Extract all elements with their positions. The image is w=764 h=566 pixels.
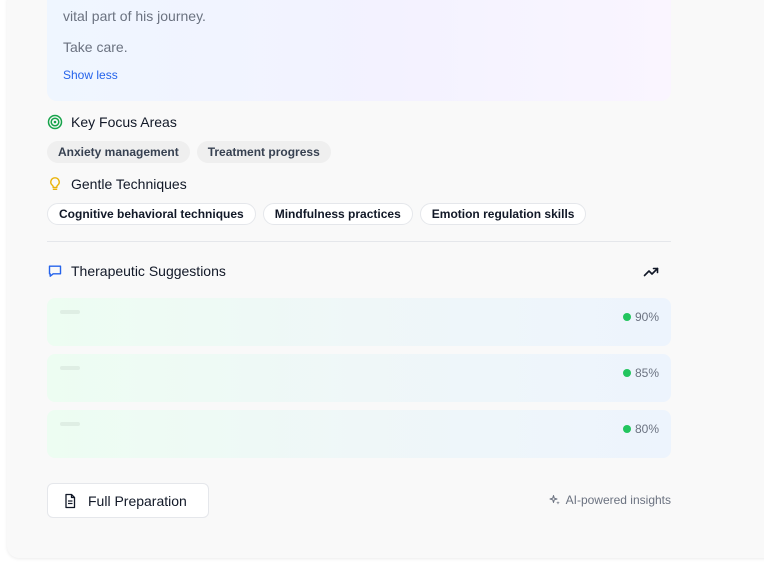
focus-chip: Anxiety management bbox=[47, 141, 190, 163]
section-divider bbox=[47, 241, 671, 242]
full-preparation-label: Full Preparation bbox=[88, 492, 187, 509]
suggestion-card[interactable]: 80% bbox=[47, 410, 671, 458]
loading-placeholder bbox=[60, 310, 80, 314]
technique-chip: Emotion regulation skills bbox=[419, 203, 587, 225]
document-icon bbox=[62, 493, 78, 509]
key-focus-areas-heading: Key Focus Areas bbox=[47, 114, 177, 130]
score-value: 85% bbox=[634, 366, 659, 380]
section-title: Therapeutic Suggestions bbox=[71, 263, 226, 279]
ai-insights-text: AI-powered insights bbox=[565, 493, 671, 507]
summary-text: vital part of his journey. bbox=[63, 8, 206, 24]
confidence-score: 90% bbox=[622, 310, 659, 324]
ai-insights-label: AI-powered insights bbox=[549, 493, 671, 507]
status-dot bbox=[622, 369, 631, 377]
score-value: 80% bbox=[634, 422, 659, 436]
section-title: Key Focus Areas bbox=[71, 114, 177, 130]
trending-up-icon[interactable] bbox=[642, 263, 660, 281]
therapeutic-suggestions-heading: Therapeutic Suggestions bbox=[47, 263, 226, 279]
technique-chip-list: Cognitive behavioral techniques Mindfuln… bbox=[47, 203, 587, 225]
gentle-techniques-heading: Gentle Techniques bbox=[47, 176, 187, 192]
score-value: 90% bbox=[634, 310, 659, 324]
lightbulb-icon bbox=[47, 176, 63, 192]
loading-placeholder bbox=[60, 366, 80, 370]
full-preparation-button[interactable]: Full Preparation bbox=[47, 483, 209, 518]
suggestion-card[interactable]: 85% bbox=[47, 354, 671, 402]
status-dot bbox=[622, 425, 631, 433]
focus-chip: Treatment progress bbox=[196, 141, 331, 163]
show-less-link[interactable]: Show less bbox=[63, 68, 118, 82]
section-title: Gentle Techniques bbox=[71, 176, 187, 192]
target-icon bbox=[47, 114, 63, 130]
focus-chip-list: Anxiety management Treatment progress bbox=[47, 141, 331, 163]
loading-placeholder bbox=[60, 422, 80, 426]
message-icon bbox=[47, 263, 63, 279]
status-dot bbox=[622, 313, 631, 321]
technique-chip: Cognitive behavioral techniques bbox=[47, 203, 256, 225]
technique-chip: Mindfulness practices bbox=[262, 203, 413, 225]
suggestion-card[interactable]: 90% bbox=[47, 298, 671, 346]
summary-signoff: Take care. bbox=[63, 39, 128, 55]
confidence-score: 80% bbox=[622, 422, 659, 436]
sparkles-icon bbox=[549, 494, 561, 506]
confidence-score: 85% bbox=[622, 366, 659, 380]
